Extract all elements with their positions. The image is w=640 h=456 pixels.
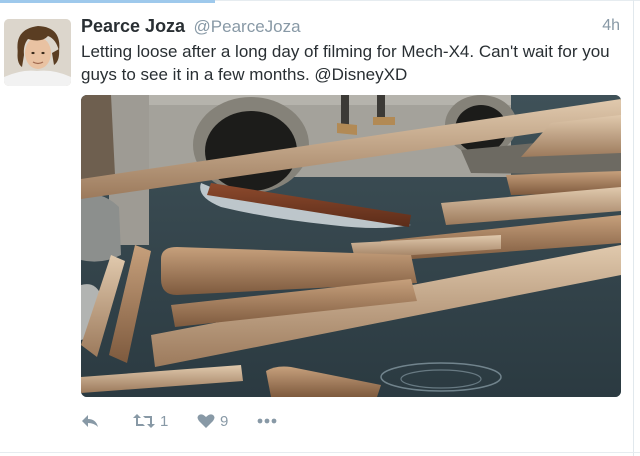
tweet-media-photo[interactable]: [81, 95, 621, 397]
header-divider: [215, 0, 640, 1]
more-button[interactable]: [257, 410, 277, 432]
retweet-count: 1: [160, 412, 169, 430]
author-name[interactable]: Pearce Joza: [81, 16, 185, 36]
more-icon: [257, 418, 277, 424]
reply-button[interactable]: [81, 410, 99, 432]
active-tab-indicator: [0, 0, 215, 3]
retweet-icon: [133, 413, 155, 429]
column-border: [633, 0, 634, 456]
reply-icon: [81, 414, 99, 428]
timestamp[interactable]: 4h: [602, 17, 620, 35]
tweet-header: Pearce Joza @PearceJoza 4h: [81, 16, 620, 38]
photo-logs-in-river: [81, 95, 621, 397]
like-button[interactable]: 9: [197, 410, 228, 432]
avatar-photo: [4, 19, 71, 86]
retweet-button[interactable]: 1: [133, 410, 168, 432]
like-count: 9: [220, 412, 229, 430]
heart-icon: [197, 413, 215, 429]
author-handle[interactable]: @PearceJoza: [194, 17, 301, 36]
tweet-divider: [0, 452, 640, 453]
avatar[interactable]: [4, 19, 71, 86]
tweet-text: Letting loose after a long day of filmin…: [81, 42, 610, 84]
